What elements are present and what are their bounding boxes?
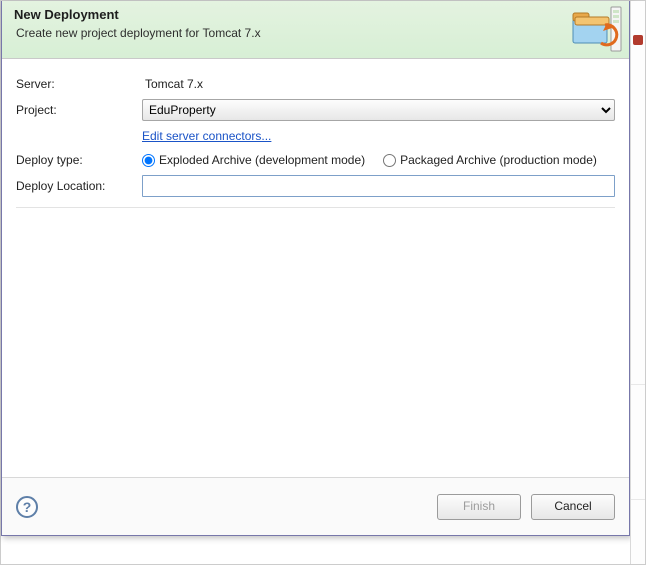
- deployment-dialog: New Deployment Create new project deploy…: [1, 1, 630, 536]
- project-row: Project: EduProperty: [16, 99, 615, 121]
- bg-separator: [631, 384, 645, 385]
- radio-packaged-input[interactable]: [383, 154, 396, 167]
- background-accent-icon: [633, 35, 643, 45]
- radio-exploded-archive[interactable]: Exploded Archive (development mode): [142, 153, 365, 167]
- help-icon[interactable]: ?: [16, 496, 38, 518]
- edit-server-connectors-link[interactable]: Edit server connectors...: [142, 129, 271, 143]
- project-label: Project:: [16, 103, 142, 117]
- finish-button[interactable]: Finish: [437, 494, 521, 520]
- radio-packaged-label: Packaged Archive (production mode): [400, 153, 597, 167]
- form-area: Server: Tomcat 7.x Project: EduProperty …: [2, 59, 629, 477]
- project-select[interactable]: EduProperty: [142, 99, 615, 121]
- dialog-header: New Deployment Create new project deploy…: [2, 1, 629, 59]
- app-window: New Deployment Create new project deploy…: [0, 0, 646, 565]
- dialog-footer: ? Finish Cancel: [2, 477, 629, 535]
- dialog-subtitle: Create new project deployment for Tomcat…: [16, 26, 559, 40]
- edit-connectors-row: Edit server connectors...: [16, 129, 615, 143]
- deploy-type-row: Deploy type: Exploded Archive (developme…: [16, 153, 615, 167]
- server-value: Tomcat 7.x: [142, 77, 615, 91]
- background-strip: [630, 1, 645, 564]
- dialog-title: New Deployment: [14, 7, 559, 22]
- deploy-type-label: Deploy type:: [16, 153, 142, 167]
- deploy-location-input[interactable]: [142, 175, 615, 197]
- server-label: Server:: [16, 77, 142, 91]
- radio-exploded-label: Exploded Archive (development mode): [159, 153, 365, 167]
- server-row: Server: Tomcat 7.x: [16, 77, 615, 91]
- radio-packaged-archive[interactable]: Packaged Archive (production mode): [383, 153, 597, 167]
- radio-exploded-input[interactable]: [142, 154, 155, 167]
- deployment-folder-server-icon: [571, 3, 625, 55]
- form-separator: [16, 207, 615, 208]
- cancel-button[interactable]: Cancel: [531, 494, 615, 520]
- bg-separator: [631, 499, 645, 500]
- deploy-location-label: Deploy Location:: [16, 179, 142, 193]
- deploy-location-row: Deploy Location:: [16, 175, 615, 197]
